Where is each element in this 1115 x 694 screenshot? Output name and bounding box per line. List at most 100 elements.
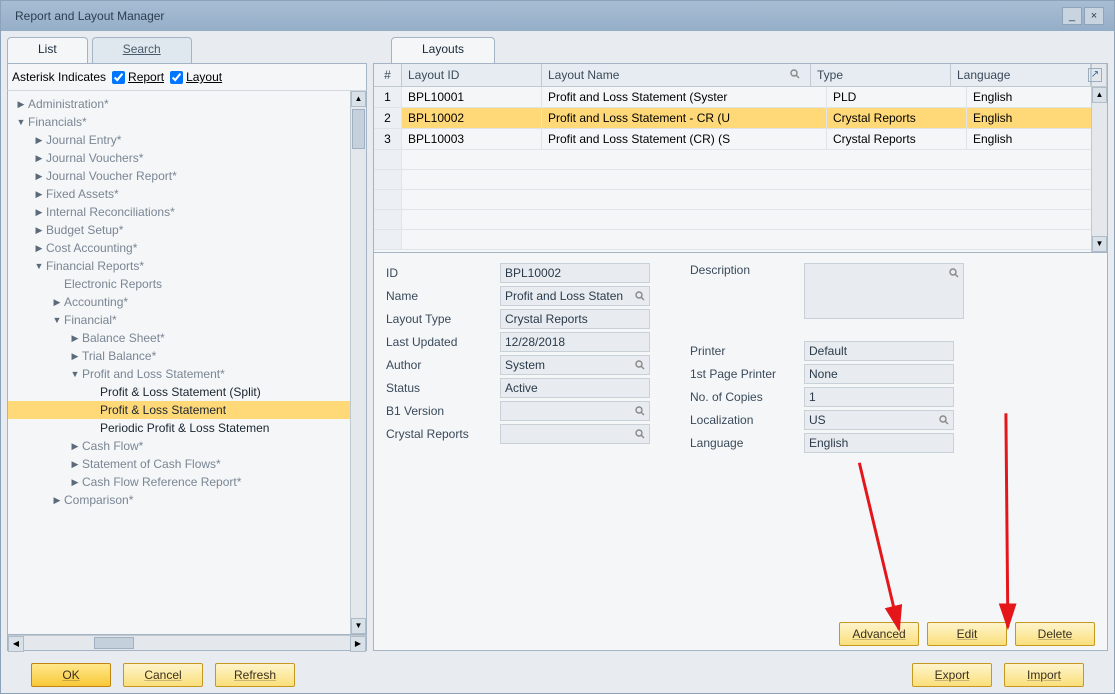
crystal-reports-field[interactable] — [500, 424, 650, 444]
arrow-right-icon: ▶ — [34, 153, 44, 164]
tree-item-label: Comparison* — [64, 493, 133, 507]
author-field[interactable]: System — [500, 355, 650, 375]
tree-item[interactable]: Profit & Loss Statement (Split) — [8, 383, 350, 401]
window-title: Report and Layout Manager — [11, 9, 1060, 23]
tree-item-label: Internal Reconciliations* — [46, 205, 175, 219]
grid-scroll-up-icon[interactable]: ▲ — [1092, 87, 1107, 103]
last-updated-field[interactable]: 12/28/2018 — [500, 332, 650, 352]
report-checkbox-label[interactable]: Report — [112, 70, 164, 84]
tree-item[interactable]: ▼Financials* — [8, 113, 350, 131]
tab-list[interactable]: List — [7, 37, 88, 63]
tree-item[interactable]: ▶Fixed Assets* — [8, 185, 350, 203]
lookup-icon[interactable] — [788, 67, 802, 81]
layouts-grid: # Layout ID Layout Name Type Language ↗ … — [374, 64, 1107, 253]
advanced-button[interactable]: Advanced — [839, 622, 919, 646]
first-page-printer-field[interactable]: None — [804, 364, 954, 384]
tree-item[interactable]: ▶Cash Flow* — [8, 437, 350, 455]
no-of-copies-field[interactable]: 1 — [804, 387, 954, 407]
description-field[interactable] — [804, 263, 964, 319]
tree-item-label: Statement of Cash Flows* — [82, 457, 221, 471]
vertical-scrollbar[interactable]: ▲ ▼ — [350, 91, 366, 634]
report-checkbox[interactable] — [112, 71, 125, 84]
tab-layouts[interactable]: Layouts — [391, 37, 495, 63]
tree-item-label: Budget Setup* — [46, 223, 123, 237]
tree-item-label: Financials* — [28, 115, 87, 129]
close-button[interactable]: × — [1084, 7, 1104, 25]
tree-item[interactable]: ▶Internal Reconciliations* — [8, 203, 350, 221]
tree-item[interactable]: ▶Journal Voucher Report* — [8, 167, 350, 185]
b1-version-field[interactable] — [500, 401, 650, 421]
tree-item[interactable]: Periodic Profit & Loss Statemen — [8, 419, 350, 437]
table-cell: 2 — [374, 108, 402, 128]
col-layout-id[interactable]: Layout ID — [402, 64, 542, 86]
col-num[interactable]: # — [374, 64, 402, 86]
edit-button[interactable]: Edit — [927, 622, 1007, 646]
tree-item[interactable]: ▶Accounting* — [8, 293, 350, 311]
tab-search[interactable]: Search — [92, 37, 192, 63]
lookup-icon[interactable] — [633, 289, 647, 303]
id-field[interactable]: BPL10002 — [500, 263, 650, 283]
grid-scroll-down-icon[interactable]: ▼ — [1092, 236, 1107, 252]
tree-item[interactable]: ▶Comparison* — [8, 491, 350, 509]
layout-checkbox-label[interactable]: Layout — [170, 70, 222, 84]
name-field[interactable]: Profit and Loss Staten — [500, 286, 650, 306]
lookup-icon[interactable] — [633, 427, 647, 441]
tree-item-label: Fixed Assets* — [46, 187, 119, 201]
tree-item[interactable]: ▶Cash Flow Reference Report* — [8, 473, 350, 491]
ok-button[interactable]: OK — [31, 663, 111, 687]
tree-item[interactable]: Electronic Reports — [8, 275, 350, 293]
col-scrollbar: ↗ — [1091, 64, 1107, 86]
tree-item[interactable]: ▼Financial Reports* — [8, 257, 350, 275]
tree-item[interactable]: ▶Budget Setup* — [8, 221, 350, 239]
tree-item-label: Financial* — [64, 313, 117, 327]
scroll-left-icon[interactable]: ◀ — [8, 636, 24, 652]
tree-item[interactable]: ▶Balance Sheet* — [8, 329, 350, 347]
tree-item[interactable]: ▶Trial Balance* — [8, 347, 350, 365]
delete-button[interactable]: Delete — [1015, 622, 1095, 646]
printer-field[interactable]: Default — [804, 341, 954, 361]
status-field[interactable]: Active — [500, 378, 650, 398]
tree-item[interactable]: ▼Financial* — [8, 311, 350, 329]
tree-item[interactable]: ▶Cost Accounting* — [8, 239, 350, 257]
table-row[interactable]: 3BPL10003Profit and Loss Statement (CR) … — [374, 129, 1107, 150]
scroll-right-icon[interactable]: ▶ — [350, 636, 366, 652]
grid-scrollbar[interactable]: ▲ ▼ — [1091, 87, 1107, 252]
tree-item[interactable]: ▶Journal Entry* — [8, 131, 350, 149]
col-type[interactable]: Type — [811, 64, 951, 86]
language-field[interactable]: English — [804, 433, 954, 453]
import-button[interactable]: Import — [1004, 663, 1084, 687]
lookup-icon[interactable] — [947, 266, 961, 280]
export-button[interactable]: Export — [912, 663, 992, 687]
col-layout-name[interactable]: Layout Name — [542, 64, 811, 86]
lookup-icon[interactable] — [937, 413, 951, 427]
minimize-button[interactable]: _ — [1062, 7, 1082, 25]
tree-item[interactable]: ▶Journal Vouchers* — [8, 149, 350, 167]
layout-type-field[interactable]: Crystal Reports — [500, 309, 650, 329]
cancel-button[interactable]: Cancel — [123, 663, 203, 687]
tree-item[interactable]: ▼Profit and Loss Statement* — [8, 365, 350, 383]
filter-row: Asterisk Indicates Report Layout — [7, 63, 367, 91]
scroll-down-icon[interactable]: ▼ — [351, 618, 366, 634]
tree-item[interactable]: Profit & Loss Statement — [8, 401, 350, 419]
tree-item[interactable]: ▶Administration* — [8, 95, 350, 113]
table-row[interactable]: 1BPL10001Profit and Loss Statement (Syst… — [374, 87, 1107, 108]
arrow-right-icon: ▶ — [70, 459, 80, 470]
expand-icon[interactable]: ↗ — [1088, 68, 1102, 82]
scroll-up-icon[interactable]: ▲ — [351, 91, 366, 107]
lookup-icon[interactable] — [633, 358, 647, 372]
table-row-empty — [374, 210, 1107, 230]
lookup-icon[interactable] — [633, 404, 647, 418]
refresh-button[interactable]: Refresh — [215, 663, 295, 687]
hscroll-thumb[interactable] — [94, 637, 134, 649]
table-cell: BPL10001 — [402, 87, 542, 107]
col-language[interactable]: Language — [951, 64, 1091, 86]
footer: OK Cancel Refresh Export Import — [1, 657, 1114, 693]
horizontal-scrollbar[interactable]: ◀ ▶ — [7, 635, 367, 651]
tree-item[interactable]: ▶Statement of Cash Flows* — [8, 455, 350, 473]
localization-field[interactable]: US — [804, 410, 954, 430]
scroll-thumb[interactable] — [352, 109, 365, 149]
tree-item-label: Periodic Profit & Loss Statemen — [100, 421, 269, 435]
layout-checkbox[interactable] — [170, 71, 183, 84]
tree[interactable]: ▶Administration*▼Financials*▶Journal Ent… — [8, 91, 350, 634]
table-row[interactable]: 2BPL10002Profit and Loss Statement - CR … — [374, 108, 1107, 129]
